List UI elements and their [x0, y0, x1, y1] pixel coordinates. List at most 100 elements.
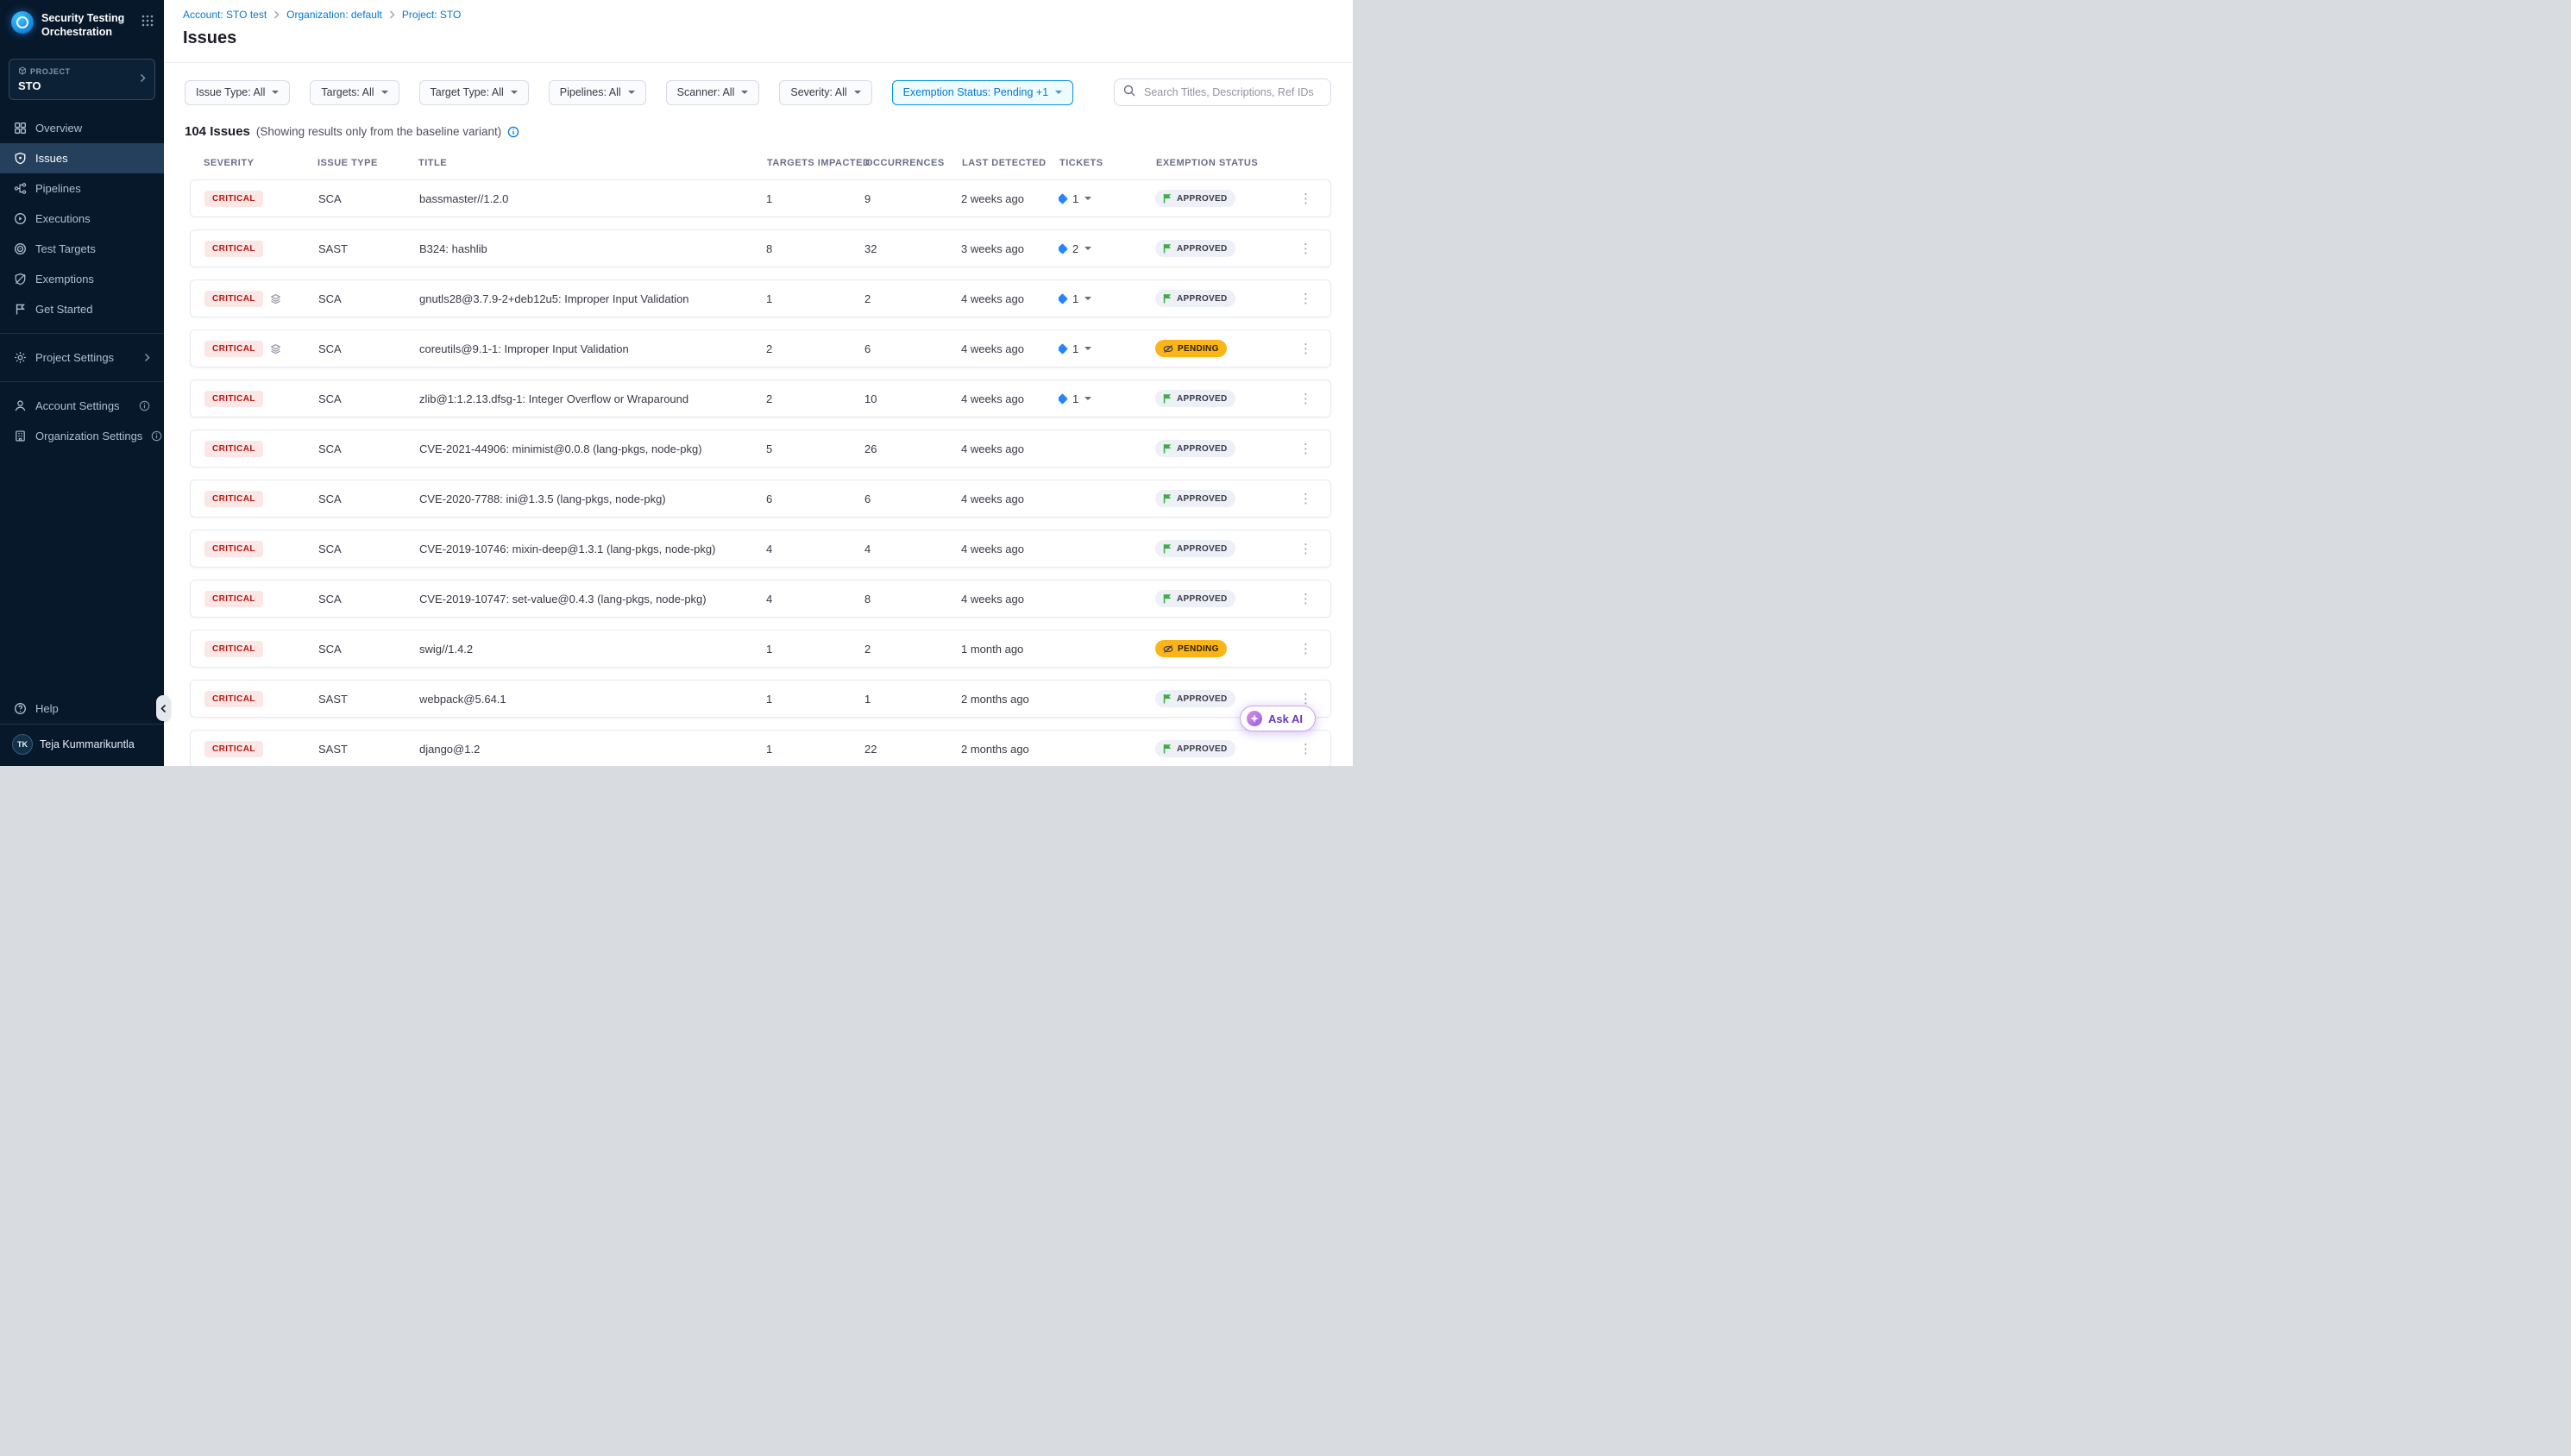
sidebar-item-label: Project Settings — [35, 351, 114, 364]
exemption-status-cell: APPROVED — [1155, 690, 1292, 707]
last-detected-cell: 4 weeks ago — [961, 593, 1059, 606]
ticket-chip[interactable]: 1 — [1059, 192, 1091, 205]
issue-row[interactable]: CRITICAL SCA swig//1.4.2 1 2 1 month ago… — [190, 630, 1331, 668]
project-card-label: PROJECT — [30, 67, 71, 76]
sidebar-collapse-button[interactable] — [156, 695, 170, 721]
severity-cell: CRITICAL — [204, 741, 318, 757]
issue-row[interactable]: CRITICAL SAST django@1.2 1 22 2 months a… — [190, 730, 1331, 766]
row-menu-button[interactable]: ⋮ — [1295, 691, 1317, 706]
sidebar-item-get-started[interactable]: Get Started — [0, 294, 164, 324]
sidebar-item-executions[interactable]: Executions — [0, 204, 164, 234]
filter-targets[interactable]: Targets: All — [310, 80, 399, 105]
sidebar-item-organization-settings[interactable]: Organization Settings — [0, 421, 164, 451]
row-menu-button[interactable]: ⋮ — [1295, 291, 1317, 306]
exemption-status-cell: APPROVED — [1155, 440, 1292, 457]
breadcrumb-account[interactable]: Account: STO test — [183, 9, 267, 21]
issue-title-cell[interactable]: django@1.2 — [419, 743, 766, 756]
filter-exemption-status[interactable]: Exemption Status: Pending +1 — [892, 80, 1074, 105]
filter-scanner[interactable]: Scanner: All — [666, 80, 760, 105]
approved-flag-icon — [1163, 193, 1172, 204]
sidebar-item-account-settings[interactable]: Account Settings — [0, 391, 164, 421]
user-profile[interactable]: TK Teja Kummarikuntla — [0, 724, 164, 766]
ticket-chip[interactable]: 1 — [1059, 342, 1091, 355]
sidebar-item-overview[interactable]: Overview — [0, 113, 164, 143]
jira-ticket-icon — [1059, 343, 1068, 355]
severity-badge: CRITICAL — [204, 591, 263, 607]
sidebar-item-label: Test Targets — [35, 242, 96, 255]
issue-title-cell[interactable]: zlib@1:1.2.13.dfsg-1: Integer Overflow o… — [419, 392, 766, 405]
occurrences-cell: 6 — [864, 342, 961, 355]
issue-title-cell[interactable]: CVE-2020-7788: ini@1.3.5 (lang-pkgs, nod… — [419, 493, 766, 505]
actions-cell: ⋮ — [1295, 691, 1317, 706]
row-menu-button[interactable]: ⋮ — [1295, 591, 1317, 606]
column-header-issue-type: ISSUE TYPE — [317, 158, 418, 168]
row-menu-button[interactable]: ⋮ — [1295, 441, 1317, 456]
sidebar-item-pipelines[interactable]: Pipelines — [0, 173, 164, 204]
app-switcher-icon[interactable] — [141, 15, 154, 31]
sidebar-item-project-settings[interactable]: Project Settings — [0, 342, 164, 373]
issue-title-cell[interactable]: swig//1.4.2 — [419, 643, 766, 656]
row-menu-button[interactable]: ⋮ — [1295, 391, 1317, 406]
filter-severity[interactable]: Severity: All — [779, 80, 871, 105]
sidebar-item-issues[interactable]: Issues — [0, 143, 164, 173]
severity-cell: CRITICAL — [204, 691, 318, 707]
exemption-status-cell: APPROVED — [1155, 540, 1292, 557]
issue-title-cell[interactable]: CVE-2019-10746: mixin-deep@1.3.1 (lang-p… — [419, 543, 766, 555]
occurrences-cell: 32 — [864, 242, 961, 255]
filter-issue-type[interactable]: Issue Type: All — [185, 80, 290, 105]
occurrences-cell: 22 — [864, 743, 961, 756]
breadcrumb-organization[interactable]: Organization: default — [286, 9, 382, 21]
last-detected-cell: 2 weeks ago — [961, 192, 1059, 205]
row-menu-button[interactable]: ⋮ — [1295, 191, 1317, 206]
column-header-occurrences: OCCURRENCES — [865, 158, 962, 168]
search-input[interactable] — [1142, 85, 1322, 99]
issue-row[interactable]: CRITICAL SCA bassmaster//1.2.0 1 9 2 wee… — [190, 179, 1331, 217]
pending-eye-icon — [1163, 644, 1173, 654]
ask-ai-button[interactable]: Ask AI — [1240, 706, 1316, 731]
issue-row[interactable]: CRITICAL SCA CVE-2019-10746: mixin-deep@… — [190, 530, 1331, 568]
issue-title-cell[interactable]: CVE-2021-44906: minimist@0.0.8 (lang-pkg… — [419, 442, 766, 455]
tickets-cell: 1 — [1059, 192, 1155, 205]
row-menu-button[interactable]: ⋮ — [1295, 541, 1317, 556]
project-selector[interactable]: PROJECT STO — [9, 59, 155, 100]
issue-row[interactable]: CRITICAL SCA CVE-2021-44906: minimist@0.… — [190, 430, 1331, 468]
filter-target-type[interactable]: Target Type: All — [419, 80, 529, 105]
ticket-chip[interactable]: 2 — [1059, 242, 1091, 255]
baseline-note: (Showing results only from the baseline … — [256, 125, 501, 138]
exemption-status-badge: APPROVED — [1155, 190, 1235, 207]
row-menu-button[interactable]: ⋮ — [1295, 491, 1317, 506]
ticket-chip[interactable]: 1 — [1059, 392, 1091, 405]
sidebar-item-label: Help — [35, 702, 59, 715]
ticket-chip[interactable]: 1 — [1059, 292, 1091, 305]
sidebar-item-test-targets[interactable]: Test Targets — [0, 234, 164, 264]
issue-title-cell[interactable]: bassmaster//1.2.0 — [419, 192, 766, 205]
column-header-exemption-status: EXEMPTION STATUS — [1156, 158, 1293, 168]
issue-row[interactable]: CRITICAL SCA gnutls28@3.7.9-2+deb12u5: I… — [190, 279, 1331, 317]
issue-title-cell[interactable]: gnutls28@3.7.9-2+deb12u5: Improper Input… — [419, 292, 766, 305]
issue-title-cell[interactable]: webpack@5.64.1 — [419, 693, 766, 706]
exemption-status-cell: APPROVED — [1155, 240, 1292, 257]
row-menu-button[interactable]: ⋮ — [1295, 241, 1317, 256]
issue-row[interactable]: CRITICAL SAST webpack@5.64.1 1 1 2 month… — [190, 680, 1331, 718]
severity-badge: CRITICAL — [204, 341, 263, 357]
issue-title-cell[interactable]: CVE-2019-10747: set-value@0.4.3 (lang-pk… — [419, 593, 766, 606]
sidebar-item-help[interactable]: Help — [0, 693, 164, 724]
issue-row[interactable]: CRITICAL SAST B324: hashlib 8 32 3 weeks… — [190, 229, 1331, 267]
issue-row[interactable]: CRITICAL SCA CVE-2020-7788: ini@1.3.5 (l… — [190, 480, 1331, 518]
issue-row[interactable]: CRITICAL SCA coreutils@9.1-1: Improper I… — [190, 329, 1331, 367]
issues-table: SEVERITY ISSUE TYPE TITLE TARGETS IMPACT… — [164, 139, 1353, 766]
last-detected-cell: 4 weeks ago — [961, 543, 1059, 555]
sidebar-item-exemptions[interactable]: Exemptions — [0, 264, 164, 294]
issue-type-cell: SAST — [318, 242, 419, 255]
issue-row[interactable]: CRITICAL SCA CVE-2019-10747: set-value@0… — [190, 580, 1331, 618]
issue-title-cell[interactable]: coreutils@9.1-1: Improper Input Validati… — [419, 342, 766, 355]
person-icon — [14, 399, 27, 412]
filter-pipelines[interactable]: Pipelines: All — [549, 80, 646, 105]
row-menu-button[interactable]: ⋮ — [1295, 741, 1317, 756]
breadcrumb-project[interactable]: Project: STO — [402, 9, 461, 21]
info-icon[interactable] — [507, 126, 519, 138]
issue-row[interactable]: CRITICAL SCA zlib@1:1.2.13.dfsg-1: Integ… — [190, 380, 1331, 417]
issue-title-cell[interactable]: B324: hashlib — [419, 242, 766, 255]
row-menu-button[interactable]: ⋮ — [1295, 341, 1317, 356]
row-menu-button[interactable]: ⋮ — [1295, 641, 1317, 656]
